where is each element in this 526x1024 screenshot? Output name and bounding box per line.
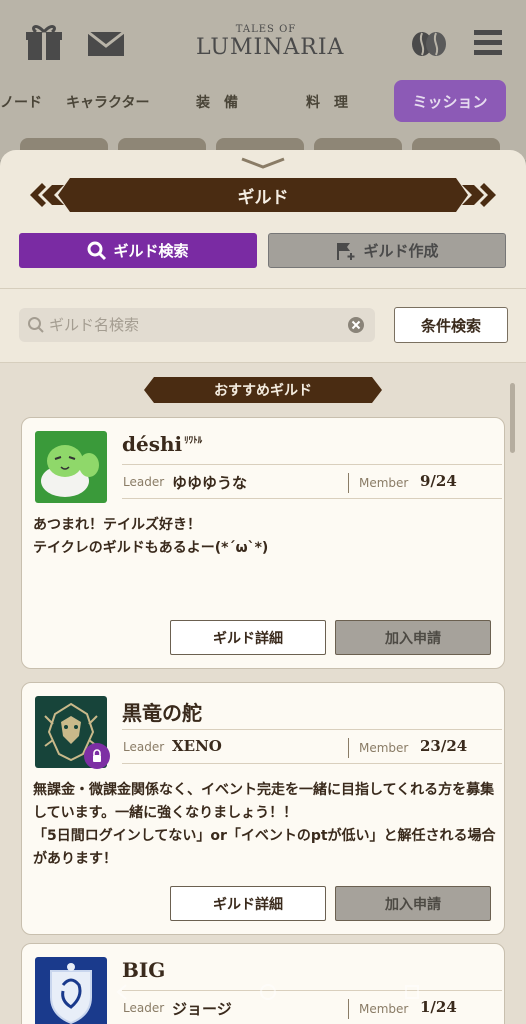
panel-title-bar: ギルド: [30, 178, 496, 212]
guild-name-search-input[interactable]: [49, 316, 339, 334]
flag-plus-icon: [337, 242, 355, 260]
mail-icon[interactable]: [84, 22, 128, 62]
gift-icon[interactable]: [22, 22, 66, 62]
guild-avatar: [35, 957, 107, 1024]
divider: [0, 288, 526, 289]
member-label: Member: [359, 1002, 409, 1016]
guild-card: déshi ﾘﾜﾄﾙ Leader ゆゆゆうな Member 9/24 あつまれ！…: [21, 417, 505, 669]
diamond-ornament-icon: [462, 183, 496, 207]
member-count: 23/24: [420, 737, 468, 755]
page-title: ギルド: [237, 187, 289, 208]
chevron-down-icon[interactable]: [238, 156, 288, 170]
guild-description: 無課金・微課金関係なく、イベント完走を一緒に目指してくれる方を募集しています。一…: [33, 782, 496, 867]
guild-panel: ギルド ギルド検索 ギルド作成 条件検索: [0, 150, 526, 1024]
guild-description: あつまれ！テイルズ好き！ テイクレのギルドもあるよー(*´ω`*): [33, 517, 269, 556]
nav-item-character[interactable]: キャラクター: [66, 92, 149, 112]
guild-card: 黒竜の舵 Leader XENO Member 23/24 無課金・微課金関係な…: [21, 682, 505, 935]
coffee-bean-icon[interactable]: [406, 22, 450, 62]
join-request-button[interactable]: 加入申請: [335, 886, 491, 921]
guild-name: déshi ﾘﾜﾄﾙ: [122, 432, 203, 456]
leader-label: Leader: [123, 1001, 165, 1015]
guild-name: BIG: [122, 958, 166, 982]
condition-search-button[interactable]: 条件検索: [394, 307, 508, 343]
member-label: Member: [359, 476, 409, 490]
clear-icon[interactable]: [347, 316, 365, 334]
guild-avatar: [35, 431, 107, 503]
guild-detail-button[interactable]: ギルド詳細: [170, 886, 326, 921]
game-logo: TALES OF LUMINARIA: [196, 24, 345, 60]
member-label: Member: [359, 741, 409, 755]
search-icon: [28, 317, 44, 333]
tab-guild-create[interactable]: ギルド作成: [268, 233, 506, 268]
recents-icon[interactable]: [402, 982, 422, 1002]
guild-search-box: [19, 308, 375, 342]
scrollbar[interactable]: [510, 383, 515, 453]
guild-list: おすすめギルド déshi ﾘﾜﾄﾙ Leader ゆゆゆうな Member 9…: [0, 363, 526, 1024]
app-header: TALES OF LUMINARIA ノード キャラクター 装 備 料 理 ミッ…: [0, 0, 526, 160]
join-request-button[interactable]: 加入申請: [335, 620, 491, 655]
nav-item-equipment[interactable]: 装 備: [196, 92, 238, 112]
leader-label: Leader: [123, 475, 165, 489]
lock-icon: [84, 743, 110, 769]
home-icon[interactable]: [258, 982, 278, 1002]
nav-item-cooking[interactable]: 料 理: [306, 92, 348, 112]
member-count: 1/24: [420, 998, 457, 1016]
mission-button[interactable]: ミッション: [394, 80, 506, 122]
menu-icon[interactable]: [466, 22, 510, 62]
leader-name: ジョージ: [172, 1000, 232, 1018]
tab-guild-search[interactable]: ギルド検索: [19, 233, 257, 268]
leader-name: XENO: [172, 737, 222, 755]
nav-item-node[interactable]: ノード: [0, 92, 42, 112]
section-label-recommended: おすすめギルド: [144, 377, 382, 403]
back-icon[interactable]: [112, 982, 132, 1002]
leader-label: Leader: [123, 740, 165, 754]
guild-name: 黒竜の舵: [122, 701, 202, 725]
guild-detail-button[interactable]: ギルド詳細: [170, 620, 326, 655]
search-icon: [87, 241, 107, 260]
leader-name: ゆゆゆうな: [172, 474, 248, 492]
member-count: 9/24: [420, 472, 457, 490]
